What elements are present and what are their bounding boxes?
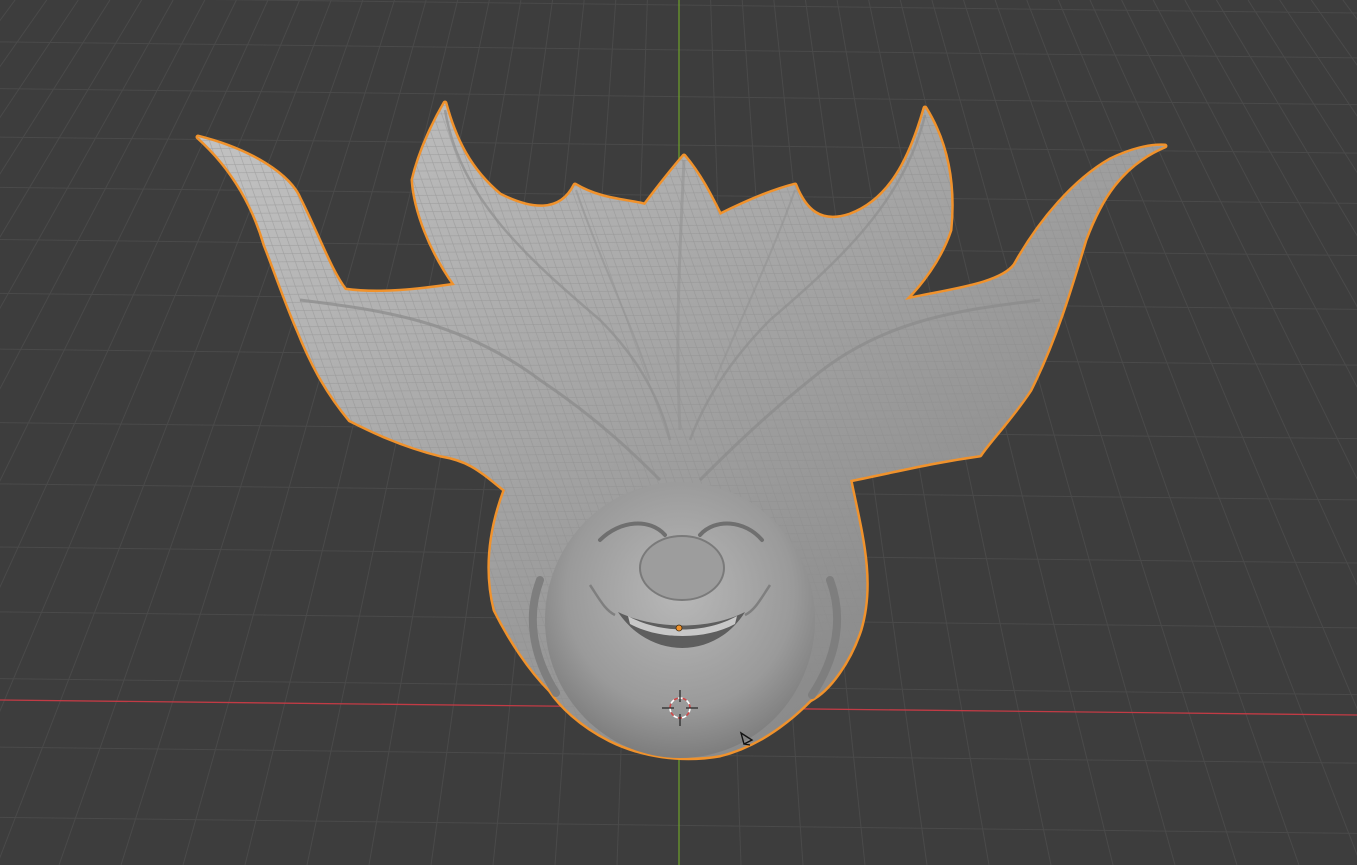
3d-viewport[interactable] <box>0 0 1357 865</box>
object-origin-icon[interactable] <box>675 624 683 632</box>
nose <box>639 535 725 601</box>
viewport-canvas[interactable] <box>0 0 1357 865</box>
